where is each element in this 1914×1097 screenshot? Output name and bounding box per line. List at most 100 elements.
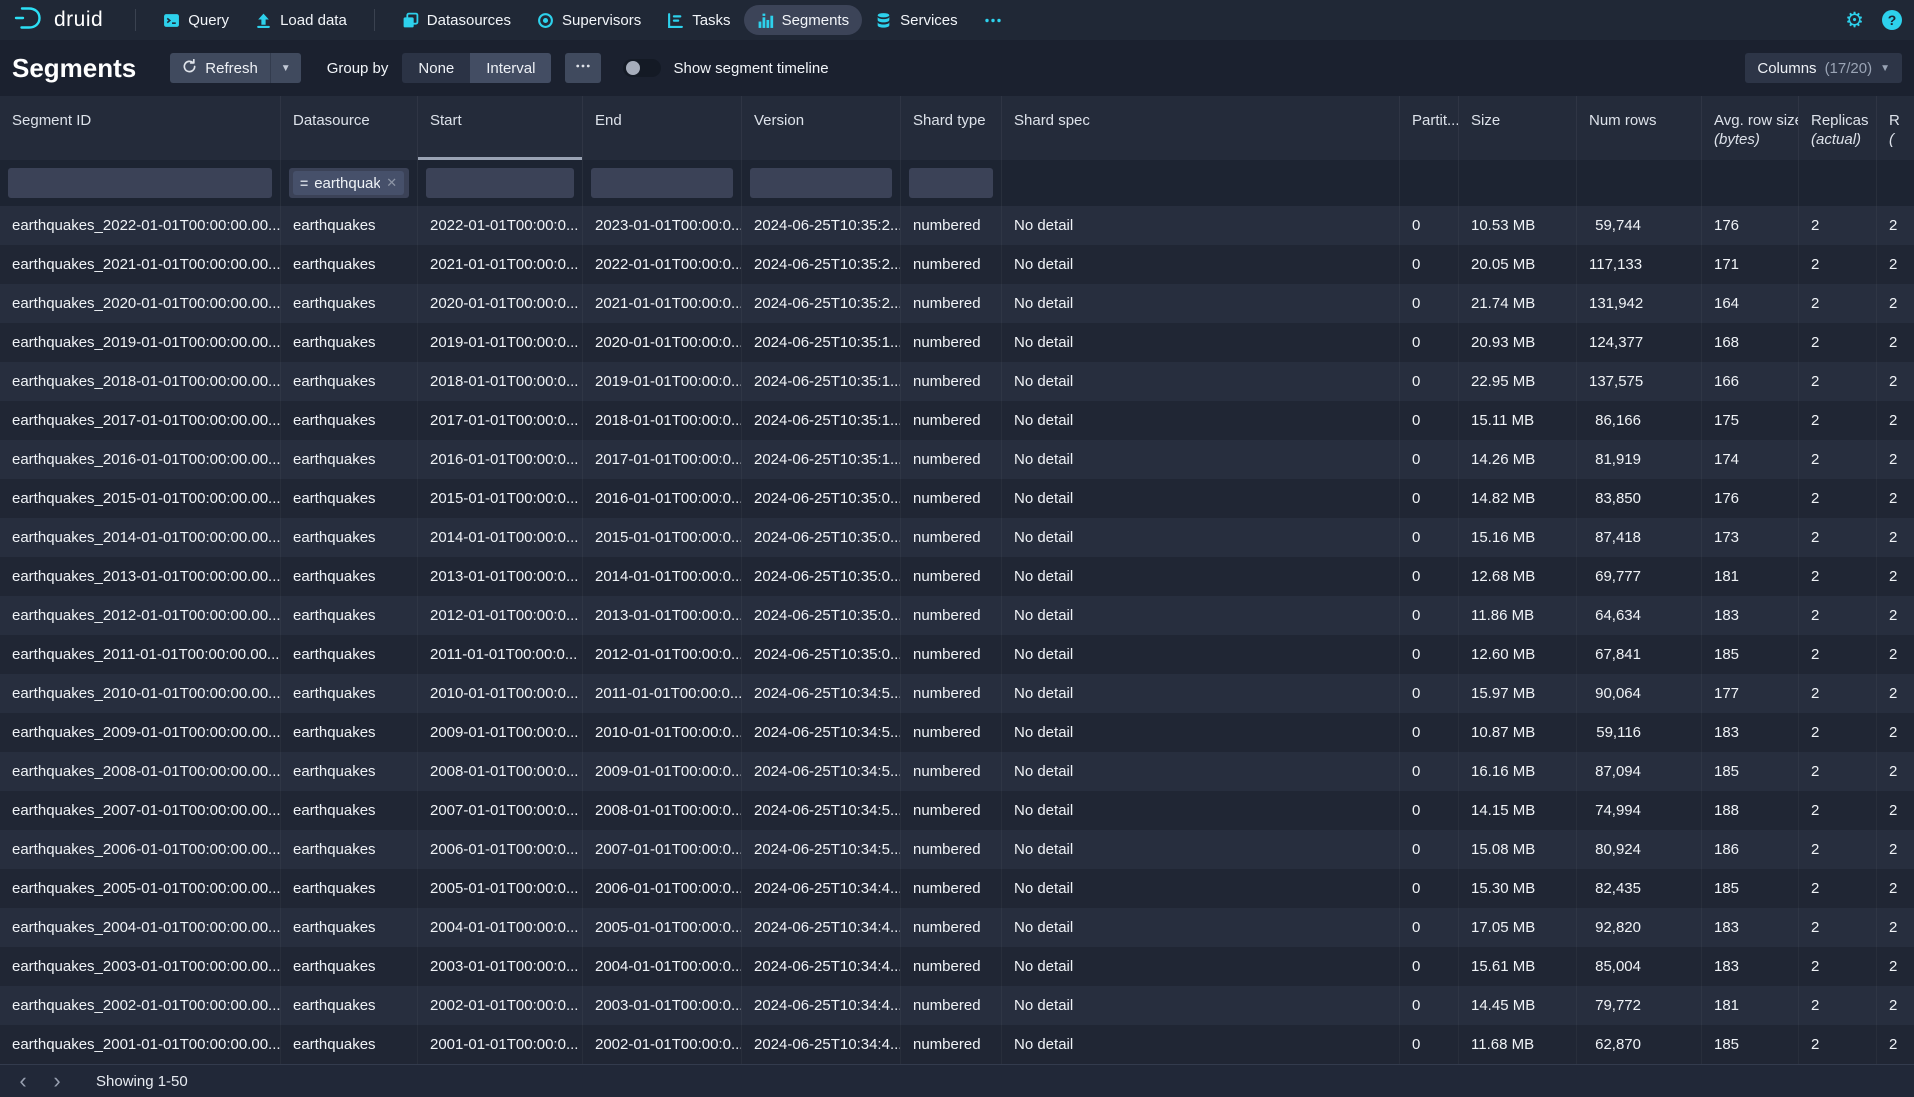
cell-replication[interactable]: 2 — [1877, 518, 1914, 557]
cell-start[interactable]: 2011-01-01T00:00:0... — [418, 635, 583, 674]
cell-version[interactable]: 2024-06-25T10:35:1... — [742, 401, 901, 440]
cell-size[interactable]: 12.68 MB — [1459, 557, 1577, 596]
cell-shard_spec[interactable]: No detail — [1002, 713, 1400, 752]
gear-icon[interactable]: ⚙ — [1845, 10, 1864, 31]
cell-replication[interactable]: 2 — [1877, 869, 1914, 908]
cell-num_rows[interactable]: 117,133 — [1577, 245, 1702, 284]
cell-size[interactable]: 14.45 MB — [1459, 986, 1577, 1025]
cell-datasource[interactable]: earthquakes — [281, 713, 418, 752]
cell-num_rows[interactable]: 87,094 — [1577, 752, 1702, 791]
cell-size[interactable]: 11.86 MB — [1459, 596, 1577, 635]
nav-item-datasources[interactable]: Datasources — [389, 5, 524, 35]
cell-datasource[interactable]: earthquakes — [281, 947, 418, 986]
cell-avg_row_size[interactable]: 185 — [1702, 635, 1799, 674]
cell-shard_spec[interactable]: No detail — [1002, 245, 1400, 284]
cell-num_rows[interactable]: 86,166 — [1577, 401, 1702, 440]
cell-start[interactable]: 2005-01-01T00:00:0... — [418, 869, 583, 908]
cell-partition[interactable]: 0 — [1400, 1025, 1459, 1064]
chip-close-icon[interactable]: ✕ — [386, 175, 397, 191]
cell-datasource[interactable]: earthquakes — [281, 362, 418, 401]
cell-num_rows[interactable]: 85,004 — [1577, 947, 1702, 986]
cell-segment_id[interactable]: earthquakes_2006-01-01T00:00:00.00... — [0, 830, 281, 869]
cell-replication[interactable]: 2 — [1877, 596, 1914, 635]
cell-start[interactable]: 2016-01-01T00:00:0... — [418, 440, 583, 479]
cell-size[interactable]: 14.15 MB — [1459, 791, 1577, 830]
cell-shard_type[interactable]: numbered — [901, 557, 1002, 596]
cell-replicas[interactable]: 2 — [1799, 245, 1877, 284]
cell-num_rows[interactable]: 59,744 — [1577, 206, 1702, 245]
cell-avg_row_size[interactable]: 185 — [1702, 1025, 1799, 1064]
cell-num_rows[interactable]: 90,064 — [1577, 674, 1702, 713]
cell-avg_row_size[interactable]: 181 — [1702, 986, 1799, 1025]
cell-version[interactable]: 2024-06-25T10:35:2... — [742, 245, 901, 284]
cell-shard_type[interactable]: numbered — [901, 440, 1002, 479]
cell-replicas[interactable]: 2 — [1799, 869, 1877, 908]
cell-replicas[interactable]: 2 — [1799, 752, 1877, 791]
cell-segment_id[interactable]: earthquakes_2008-01-01T00:00:00.00... — [0, 752, 281, 791]
nav-item-services[interactable]: Services — [862, 5, 971, 35]
cell-num_rows[interactable]: 87,418 — [1577, 518, 1702, 557]
cell-version[interactable]: 2024-06-25T10:34:4... — [742, 908, 901, 947]
column-header-partition[interactable]: Partit... — [1400, 96, 1459, 160]
cell-version[interactable]: 2024-06-25T10:35:0... — [742, 518, 901, 557]
cell-shard_type[interactable]: numbered — [901, 596, 1002, 635]
cell-shard_type[interactable]: numbered — [901, 479, 1002, 518]
cell-shard_spec[interactable]: No detail — [1002, 986, 1400, 1025]
cell-shard_spec[interactable]: No detail — [1002, 401, 1400, 440]
cell-version[interactable]: 2024-06-25T10:35:2... — [742, 206, 901, 245]
cell-shard_spec[interactable]: No detail — [1002, 674, 1400, 713]
nav-item-segments[interactable]: Segments — [744, 5, 863, 35]
toolbar-more-button[interactable] — [565, 53, 601, 83]
cell-replication[interactable]: 2 — [1877, 791, 1914, 830]
column-header-avg_row_size[interactable]: Avg. row size(bytes) — [1702, 96, 1799, 160]
cell-partition[interactable]: 0 — [1400, 869, 1459, 908]
cell-shard_type[interactable]: numbered — [901, 284, 1002, 323]
cell-datasource[interactable]: earthquakes — [281, 284, 418, 323]
nav-item-supervisors[interactable]: Supervisors — [524, 5, 654, 35]
cell-start[interactable]: 2009-01-01T00:00:0... — [418, 713, 583, 752]
filter-input-segment_id[interactable] — [8, 168, 272, 198]
cell-version[interactable]: 2024-06-25T10:34:4... — [742, 986, 901, 1025]
cell-num_rows[interactable]: 67,841 — [1577, 635, 1702, 674]
cell-num_rows[interactable]: 79,772 — [1577, 986, 1702, 1025]
segment-timeline-toggle[interactable] — [623, 59, 661, 77]
column-header-shard_type[interactable]: Shard type — [901, 96, 1002, 160]
cell-partition[interactable]: 0 — [1400, 596, 1459, 635]
cell-replicas[interactable]: 2 — [1799, 947, 1877, 986]
cell-datasource[interactable]: earthquakes — [281, 557, 418, 596]
cell-replication[interactable]: 2 — [1877, 947, 1914, 986]
filter-input-version[interactable] — [750, 168, 892, 198]
cell-num_rows[interactable]: 74,994 — [1577, 791, 1702, 830]
cell-replicas[interactable]: 2 — [1799, 557, 1877, 596]
cell-start[interactable]: 2002-01-01T00:00:0... — [418, 986, 583, 1025]
cell-shard_type[interactable]: numbered — [901, 830, 1002, 869]
cell-shard_spec[interactable]: No detail — [1002, 323, 1400, 362]
cell-avg_row_size[interactable]: 188 — [1702, 791, 1799, 830]
cell-version[interactable]: 2024-06-25T10:35:0... — [742, 557, 901, 596]
cell-num_rows[interactable]: 82,435 — [1577, 869, 1702, 908]
cell-shard_type[interactable]: numbered — [901, 869, 1002, 908]
cell-avg_row_size[interactable]: 186 — [1702, 830, 1799, 869]
cell-version[interactable]: 2024-06-25T10:34:5... — [742, 752, 901, 791]
cell-version[interactable]: 2024-06-25T10:34:4... — [742, 947, 901, 986]
cell-version[interactable]: 2024-06-25T10:35:1... — [742, 323, 901, 362]
cell-replication[interactable]: 2 — [1877, 245, 1914, 284]
cell-replication[interactable]: 2 — [1877, 401, 1914, 440]
cell-replicas[interactable]: 2 — [1799, 830, 1877, 869]
cell-shard_spec[interactable]: No detail — [1002, 635, 1400, 674]
cell-datasource[interactable]: earthquakes — [281, 596, 418, 635]
cell-version[interactable]: 2024-06-25T10:34:5... — [742, 830, 901, 869]
cell-shard_type[interactable]: numbered — [901, 206, 1002, 245]
cell-version[interactable]: 2024-06-25T10:35:2... — [742, 284, 901, 323]
cell-size[interactable]: 20.05 MB — [1459, 245, 1577, 284]
cell-replicas[interactable]: 2 — [1799, 713, 1877, 752]
cell-datasource[interactable]: earthquakes — [281, 752, 418, 791]
cell-replication[interactable]: 2 — [1877, 557, 1914, 596]
cell-datasource[interactable]: earthquakes — [281, 440, 418, 479]
help-icon[interactable]: ? — [1882, 10, 1902, 30]
cell-datasource[interactable]: earthquakes — [281, 245, 418, 284]
cell-end[interactable]: 2004-01-01T00:00:0... — [583, 947, 742, 986]
cell-partition[interactable]: 0 — [1400, 713, 1459, 752]
cell-size[interactable]: 10.87 MB — [1459, 713, 1577, 752]
cell-shard_spec[interactable]: No detail — [1002, 518, 1400, 557]
